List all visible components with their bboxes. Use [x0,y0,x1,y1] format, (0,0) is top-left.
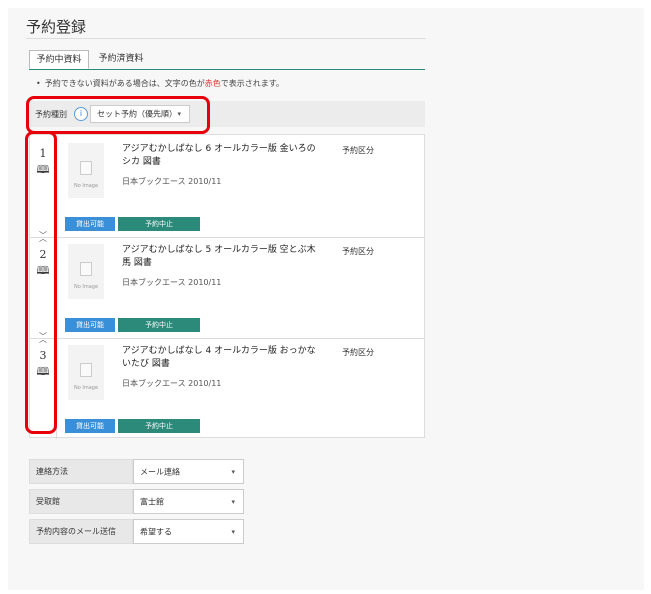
tab-reserving[interactable]: 予約中資料 [29,50,89,69]
available-badge: 貸出可能 [65,217,115,231]
item-thumbnail: No Image [68,244,104,299]
notice-red-word: 赤色 [204,79,221,88]
item-category: 予約区分 [342,348,374,357]
chevron-down-icon: ▾ [231,527,235,536]
no-image-label: No Image [73,183,99,189]
reservation-list: 1 🕮 ﹀ No Image アジアむかしばなし 6 オールカラー版 金いろのシ… [29,134,425,439]
form-row-pickup: 受取館 富士館 ▾ [29,489,244,514]
item-category: 予約区分 [342,146,374,155]
document-icon [80,262,92,276]
available-badge: 貸出可能 [65,419,115,433]
pickup-library-label: 受取館 [29,489,133,514]
contact-method-value: メール連絡 [140,467,180,476]
notice-bullet: • [36,79,41,88]
highlight-box-order [25,131,57,434]
cancel-reservation-button[interactable]: 予約中止 [118,318,200,332]
item-category: 予約区分 [342,247,374,256]
item-thumbnail: No Image [68,345,104,400]
title-divider [26,38,426,39]
tab-reserved[interactable]: 予約済資料 [91,50,151,69]
email-notice-select[interactable]: 希望する ▾ [133,519,244,544]
list-item: ︿ 2 🕮 ﹀ No Image アジアむかしばなし 5 オールカラー版 空とぶ… [30,234,424,341]
highlight-box-filter [26,96,210,134]
tab-bar: 予約中資料 予約済資料 [29,50,425,70]
pickup-library-value: 富士館 [140,497,164,506]
page-title: 予約登録 [26,18,87,36]
chevron-down-icon: ▾ [231,467,235,476]
item-publisher: 日本ブックエース 2010/11 [122,177,222,186]
item-publisher: 日本ブックエース 2010/11 [122,278,222,287]
cancel-reservation-button[interactable]: 予約中止 [118,419,200,433]
cancel-reservation-button[interactable]: 予約中止 [118,217,200,231]
email-notice-value: 希望する [140,527,172,536]
chevron-down-icon: ▾ [231,497,235,506]
available-badge: 貸出可能 [65,318,115,332]
notice-before: 予約できない資料がある場合は、文字の色が [44,79,205,88]
item-title[interactable]: アジアむかしばなし 6 オールカラー版 金いろのシカ 図書 [122,143,322,169]
item-thumbnail: No Image [68,143,104,198]
document-icon [80,161,92,175]
item-title[interactable]: アジアむかしばなし 5 オールカラー版 空とぶ木馬 図書 [122,244,322,270]
item-title[interactable]: アジアむかしばなし 4 オールカラー版 おっかないたび 図書 [122,345,322,371]
contact-method-select[interactable]: メール連絡 ▾ [133,459,244,484]
form-row-contact: 連絡方法 メール連絡 ▾ [29,459,244,484]
email-notice-label: 予約内容のメール送信 [29,519,133,544]
pickup-library-select[interactable]: 富士館 ▾ [133,489,244,514]
contact-method-label: 連絡方法 [29,459,133,484]
item-publisher: 日本ブックエース 2010/11 [122,379,222,388]
no-image-label: No Image [73,284,99,290]
notice-text: • 予約できない資料がある場合は、文字の色が赤色で表示されます。 [36,78,284,89]
list-item: ︿ 3 🕮 No Image アジアむかしばなし 4 オールカラー版 おっかない… [30,335,424,439]
document-icon [80,363,92,377]
notice-after: で表示されます。 [220,79,284,88]
no-image-label: No Image [73,385,99,391]
list-item: 1 🕮 ﹀ No Image アジアむかしばなし 6 オールカラー版 金いろのシ… [30,135,424,240]
form-row-email: 予約内容のメール送信 希望する ▾ [29,519,244,544]
